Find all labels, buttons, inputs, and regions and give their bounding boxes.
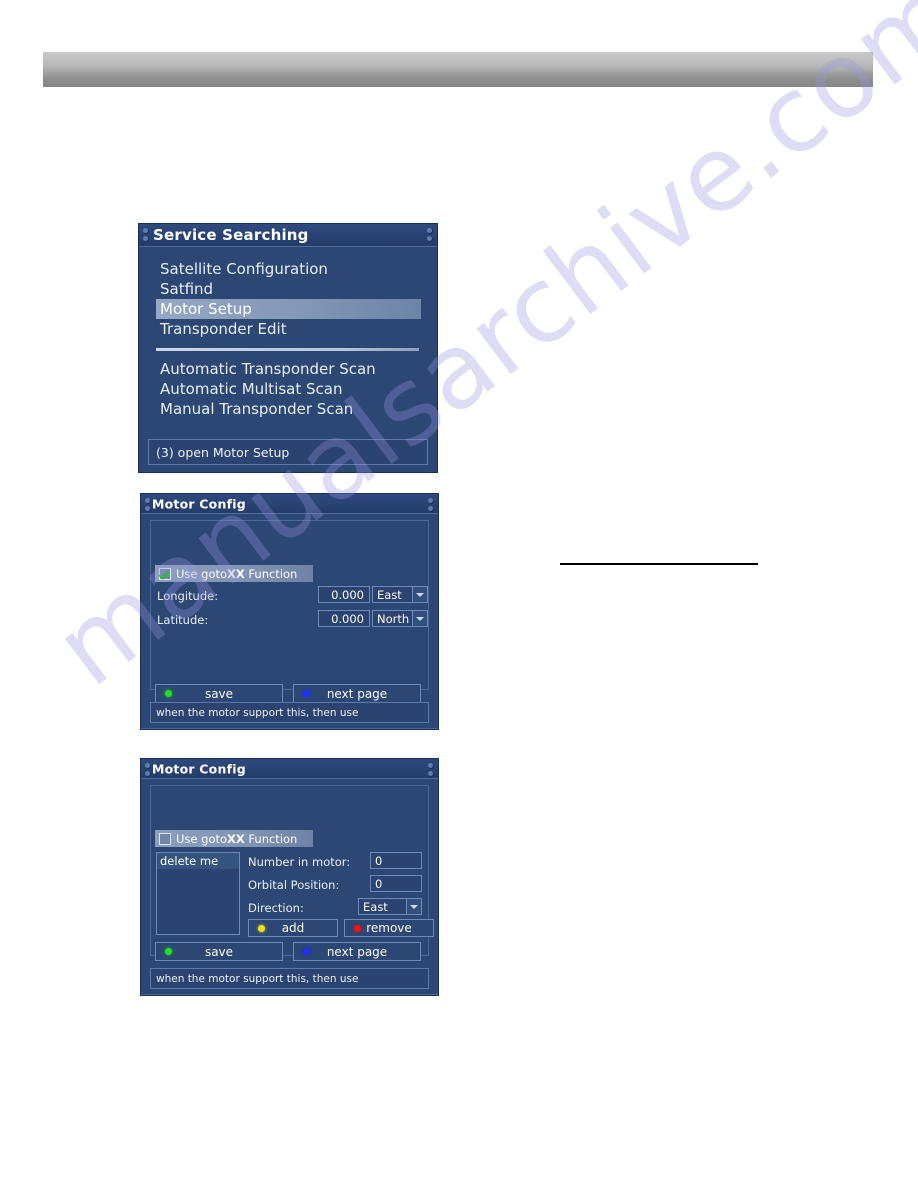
- direction-label: Direction:: [248, 901, 304, 915]
- service-searching-menu: Satellite Configuration Satfind Motor Se…: [156, 259, 421, 419]
- chevron-down-icon[interactable]: [412, 611, 427, 626]
- save-button[interactable]: save: [155, 684, 283, 703]
- menu-item-satfind[interactable]: Satfind: [156, 279, 421, 299]
- orbital-position-label: Orbital Position:: [248, 878, 340, 892]
- number-in-motor-input[interactable]: 0: [370, 852, 422, 869]
- latitude-direction-value: North: [377, 611, 410, 626]
- menu-item-manual-transponder-scan[interactable]: Manual Transponder Scan: [156, 399, 421, 419]
- menu-item-automatic-multisat-scan[interactable]: Automatic Multisat Scan: [156, 379, 421, 399]
- page-header-bar: [43, 52, 873, 87]
- number-in-motor-label: Number in motor:: [248, 855, 351, 869]
- next-page-button[interactable]: next page: [293, 942, 421, 961]
- save-button-label: save: [204, 686, 234, 701]
- use-gotoxx-checkbox-row[interactable]: Use gotoXX Function: [155, 565, 313, 582]
- save-button[interactable]: save: [155, 942, 283, 961]
- use-gotoxx-label: Use gotoXX Function: [176, 566, 298, 581]
- red-dot-icon: [354, 924, 361, 932]
- chevron-down-icon[interactable]: [406, 899, 421, 914]
- motor-config-page1-titlebar: Motor Config: [141, 494, 438, 514]
- longitude-label: Longitude:: [157, 589, 219, 603]
- save-button-label: save: [204, 944, 234, 959]
- resize-grip-icon: [427, 228, 432, 233]
- motor-config-page1-dialog: Motor Config Use gotoXX Function Longitu…: [140, 493, 439, 730]
- blue-dot-icon: [303, 948, 310, 955]
- service-searching-status-bar: (3) open Motor Setup: [148, 439, 428, 465]
- resize-grip-icon: [428, 506, 433, 511]
- horizontal-rule: [560, 563, 758, 565]
- motor-config-page1-content: Use gotoXX Function Longitude: 0.000 Eas…: [150, 520, 429, 703]
- remove-button-label: remove: [366, 921, 412, 935]
- menu-separator: [156, 348, 419, 351]
- menu-item-motor-setup[interactable]: Motor Setup: [156, 299, 421, 319]
- longitude-value: 0.000: [331, 587, 364, 602]
- number-in-motor-value: 0: [375, 853, 383, 868]
- resize-grip-icon: [427, 236, 432, 241]
- motor-config-page1-title: Motor Config: [152, 496, 246, 511]
- longitude-input[interactable]: 0.000: [318, 586, 370, 603]
- motor-config-page2-content: Use gotoXX Function delete me Number in …: [150, 785, 434, 961]
- service-searching-titlebar: Service Searching: [139, 224, 437, 247]
- motor-config-page2-titlebar: Motor Config: [141, 759, 438, 779]
- motor-config-page2-footer: when the motor support this, then use: [150, 968, 429, 989]
- motor-config-page2-title: Motor Config: [152, 761, 246, 776]
- green-dot-icon: [165, 948, 172, 955]
- next-page-button-label: next page: [326, 686, 388, 701]
- longitude-direction-value: East: [377, 587, 402, 602]
- footer-text: when the motor support this, then use: [156, 706, 359, 719]
- service-searching-body: Satellite Configuration Satfind Motor Se…: [139, 247, 437, 472]
- direction-select[interactable]: East: [358, 898, 422, 915]
- longitude-direction-select[interactable]: East: [372, 586, 428, 603]
- next-page-button-label: next page: [326, 944, 388, 959]
- next-page-button[interactable]: next page: [293, 684, 421, 703]
- resize-grip-icon: [428, 763, 433, 768]
- green-dot-icon: [165, 690, 172, 697]
- resize-grip-icon: [428, 771, 433, 776]
- use-gotoxx-label: Use gotoXX Function: [176, 831, 298, 846]
- footer-text: when the motor support this, then use: [156, 972, 359, 985]
- checkbox-icon[interactable]: [159, 567, 171, 580]
- yellow-dot-icon: [258, 924, 265, 932]
- remove-button[interactable]: remove: [344, 919, 434, 937]
- resize-grip-icon: [145, 498, 150, 503]
- resize-grip-icon: [145, 506, 150, 511]
- resize-grip-icon: [143, 236, 148, 241]
- motor-config-page1-body: Use gotoXX Function Longitude: 0.000 Eas…: [141, 514, 438, 728]
- resize-grip-icon: [145, 771, 150, 776]
- menu-item-automatic-transponder-scan[interactable]: Automatic Transponder Scan: [156, 359, 421, 379]
- latitude-label: Latitude:: [157, 613, 209, 627]
- resize-grip-icon: [428, 498, 433, 503]
- motor-config-page1-footer: when the motor support this, then use: [150, 702, 429, 723]
- motor-config-page2-dialog: Motor Config Use gotoXX Function delete …: [140, 758, 439, 996]
- service-searching-dialog: Service Searching Satellite Configuratio…: [138, 223, 438, 473]
- menu-item-satellite-configuration[interactable]: Satellite Configuration: [156, 259, 421, 279]
- menu-item-transponder-edit[interactable]: Transponder Edit: [156, 319, 421, 339]
- motor-config-page2-body: Use gotoXX Function delete me Number in …: [141, 779, 438, 994]
- service-searching-title: Service Searching: [153, 226, 309, 244]
- blue-dot-icon: [303, 690, 310, 697]
- orbital-position-value: 0: [375, 876, 383, 891]
- resize-grip-icon: [143, 228, 148, 233]
- add-button-label: add: [281, 921, 305, 935]
- chevron-down-icon[interactable]: [412, 587, 427, 602]
- add-button[interactable]: add: [248, 919, 338, 937]
- latitude-direction-select[interactable]: North: [372, 610, 428, 627]
- resize-grip-icon: [145, 763, 150, 768]
- direction-value: East: [363, 899, 388, 914]
- latitude-input[interactable]: 0.000: [318, 610, 370, 627]
- satellite-list[interactable]: delete me: [156, 852, 240, 935]
- latitude-value: 0.000: [331, 611, 364, 626]
- list-item[interactable]: delete me: [157, 853, 239, 869]
- checkbox-icon[interactable]: [159, 832, 171, 845]
- orbital-position-input[interactable]: 0: [370, 875, 422, 892]
- use-gotoxx-checkbox-row[interactable]: Use gotoXX Function: [155, 830, 313, 847]
- status-text: (3) open Motor Setup: [156, 444, 290, 460]
